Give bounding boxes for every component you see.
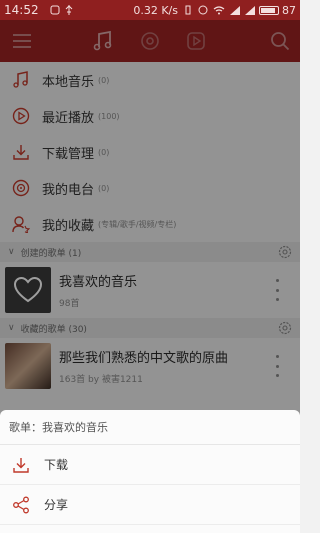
- network-speed: 0.32 K/s: [133, 3, 178, 17]
- signal-icon-2: [245, 5, 255, 15]
- status-bar: 14:52 0.32 K/s 87: [0, 0, 300, 20]
- alarm-icon: [198, 5, 208, 15]
- notification-icon: [50, 5, 60, 15]
- sheet-action-download[interactable]: 下载: [0, 445, 300, 485]
- status-time: 14:52: [4, 3, 39, 17]
- sheet-title: 歌单：我喜欢的音乐: [0, 410, 300, 445]
- sheet-action-label: 分享: [44, 498, 69, 512]
- wifi-icon: [213, 5, 225, 15]
- download-icon: [10, 454, 32, 476]
- share-icon: [10, 494, 32, 516]
- sheet-action-label: 下载: [44, 458, 69, 472]
- sheet-action-share[interactable]: 分享: [0, 485, 300, 525]
- battery-icon: [259, 5, 279, 15]
- battery-level: 87: [282, 3, 296, 17]
- bottom-sheet: 歌单：我喜欢的音乐 下载 分享: [0, 410, 300, 533]
- usb-icon: [65, 4, 73, 16]
- vibrate-icon: [183, 5, 193, 15]
- signal-icon: [230, 5, 240, 15]
